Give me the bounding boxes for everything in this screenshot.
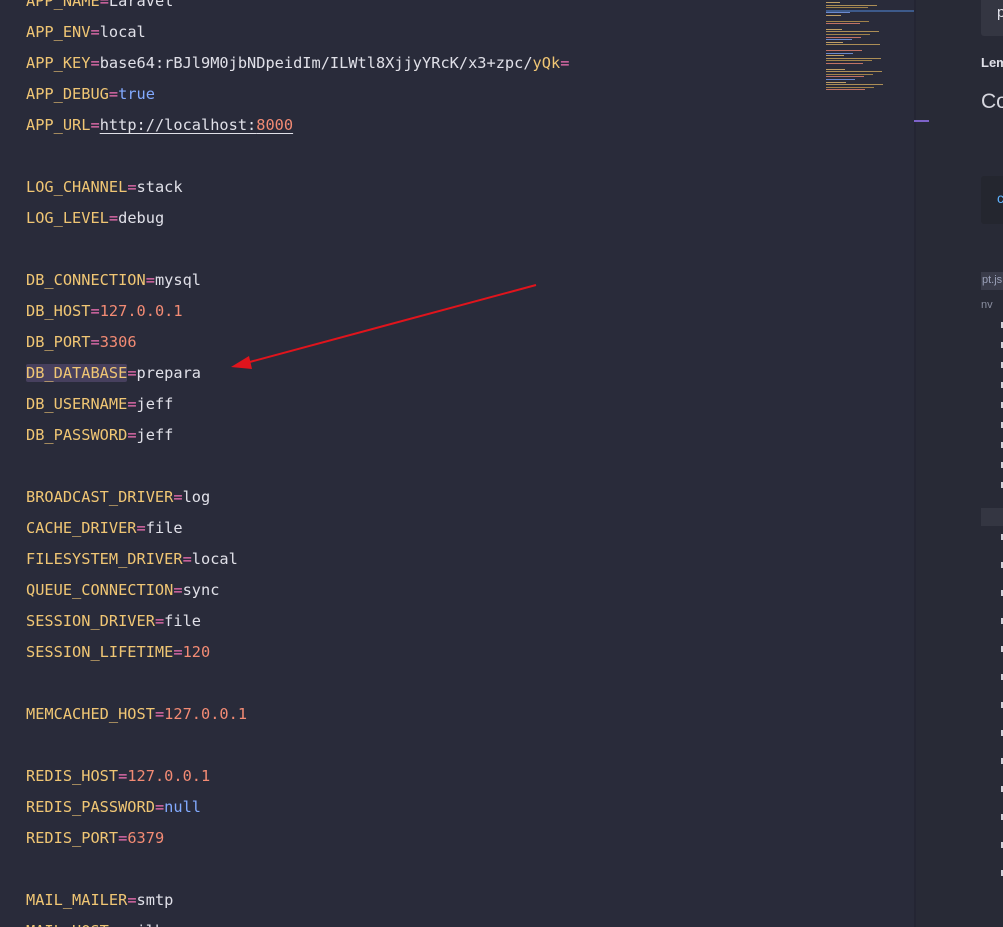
- annotation-arrow: [231, 284, 537, 369]
- arrow-shaft: [245, 284, 537, 364]
- arrow-head: [231, 356, 252, 369]
